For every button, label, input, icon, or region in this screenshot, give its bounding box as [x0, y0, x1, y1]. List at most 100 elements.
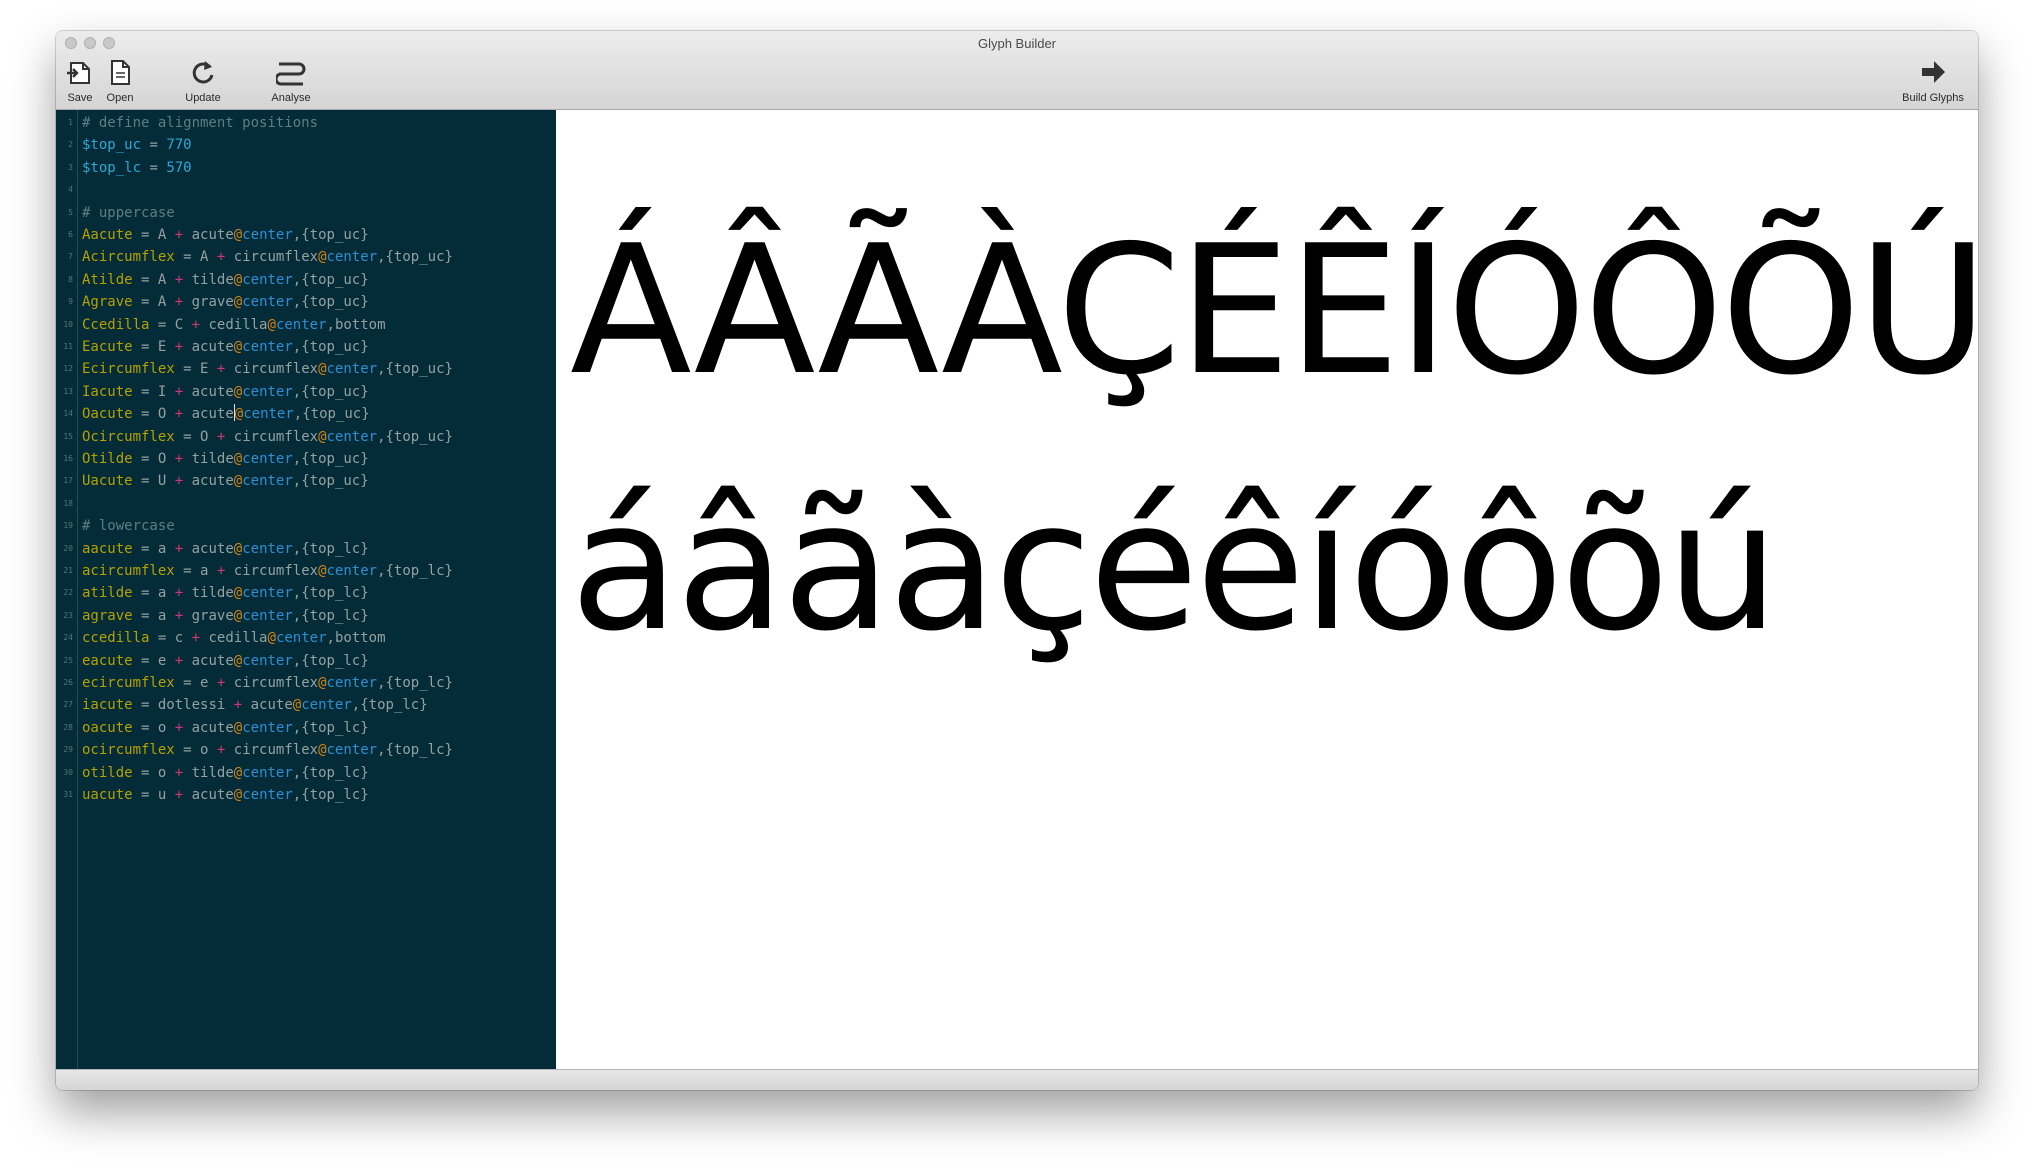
line-number: 23: [63, 610, 73, 620]
line-number: 9: [68, 297, 73, 307]
line-number: 19: [63, 521, 73, 531]
code-text: aacute = a + acute@center,{top_lc}: [82, 540, 369, 557]
refresh-icon: [192, 61, 214, 84]
line-number: 15: [63, 431, 73, 441]
code-text: Iacute = I + acute@center,{top_uc}: [82, 383, 369, 400]
code-text: $top_uc = 770: [82, 137, 192, 154]
code-editor[interactable]: 1 # define alignment positions 2 $top_uc = …: [56, 110, 556, 1070]
code-line[interactable]: 6 Aacute = A + acute@center,{top_uc}: [56, 224, 556, 246]
line-number: 26: [63, 678, 73, 687]
code-line[interactable]: 3 $top_lc = 570: [56, 157, 556, 179]
code-line[interactable]: 26 ecircumflex = e + circumflex@center,{t…: [56, 672, 556, 694]
code-text: Otilde = O + tilde@center,{top_uc}: [82, 451, 369, 467]
line-number: 14: [63, 409, 73, 419]
glyph-preview: ÁÂÃÀÇÉÊÍÓÔÕÚ áâãàçéêíóôõú: [556, 110, 1978, 1070]
code-line[interactable]: 19 # lowercase: [56, 515, 556, 537]
line-number: 31: [63, 790, 73, 799]
line-number: 17: [63, 476, 73, 486]
code-text: Oacute = O + acute@center,{top_uc}: [82, 404, 370, 423]
line-number: 20: [63, 543, 73, 553]
open-button[interactable]: Open: [90, 57, 150, 104]
code-text: ccedilla = c + cedilla@center,bottom: [82, 630, 386, 647]
code-line[interactable]: 15 Ocircumflex = O + circumflex@center,{t…: [56, 426, 556, 448]
line-number: 21: [63, 566, 73, 575]
code-line[interactable]: 2 $top_uc = 770: [56, 134, 556, 156]
open-label: Open: [106, 92, 134, 104]
analyse-button[interactable]: Analyse: [261, 57, 321, 104]
line-number: 4: [68, 185, 73, 195]
code-text: Ccedilla = C + cedilla@center,bottom: [82, 316, 386, 333]
build-glyphs-label: Build Glyphs: [1902, 92, 1964, 104]
code-text: Aacute = A + acute@center,{top_uc}: [82, 227, 369, 243]
status-bar: [56, 1069, 1978, 1090]
code-text: eacute = e + acute@center,{top_lc}: [82, 652, 369, 669]
code-text: # lowercase: [82, 518, 175, 535]
code-line[interactable]: 12 Ecircumflex = E + circumflex@center,{t…: [56, 358, 556, 380]
code-line[interactable]: 23 agrave = a + grave@center,{top_lc}: [56, 605, 556, 627]
code-text: otilde = o + tilde@center,{top_lc}: [82, 764, 369, 781]
code-line[interactable]: 27 iacute = dotlessi + acute@center,{top_…: [56, 694, 556, 716]
code-line[interactable]: 10 Ccedilla = C + cedilla@center,bottom: [56, 314, 556, 336]
code-line[interactable]: 7 Acircumflex = A + circumflex@center,{to…: [56, 246, 556, 268]
code-text: Uacute = U + acute@center,{top_uc}: [82, 473, 369, 490]
code-line[interactable]: 29 ocircumflex = o + circumflex@center,{t…: [56, 739, 556, 761]
code-line[interactable]: 4: [56, 179, 556, 201]
code-text: Agrave = A + grave@center,{top_uc}: [82, 294, 369, 311]
line-number: 28: [63, 722, 73, 732]
code-line[interactable]: 24 ccedilla = c + cedilla@center,bottom: [56, 627, 556, 649]
code-text: uacute = u + acute@center,{top_lc}: [82, 787, 369, 803]
code-line[interactable]: 31 uacute = u + acute@center,{top_lc}: [56, 784, 556, 806]
code-line[interactable]: 25 eacute = e + acute@center,{top_lc}: [56, 650, 556, 672]
line-number: 12: [63, 364, 73, 374]
line-number: 24: [63, 633, 73, 643]
code-text: Acircumflex = A + circumflex@center,{top…: [82, 249, 453, 266]
code-line[interactable]: 5 # uppercase: [56, 202, 556, 224]
update-button[interactable]: Update: [173, 57, 233, 104]
code-line[interactable]: 16 Otilde = O + tilde@center,{top_uc}: [56, 448, 556, 470]
code-line[interactable]: 9 Agrave = A + grave@center,{top_uc}: [56, 291, 556, 313]
code-text: $top_lc = 570: [82, 159, 192, 176]
line-number: 29: [63, 745, 73, 755]
line-number: 2: [68, 140, 73, 150]
code-line[interactable]: 11 Eacute = E + acute@center,{top_uc}: [56, 336, 556, 358]
window-title: Glyph Builder: [977, 36, 1057, 51]
arrow-right-icon: [1922, 61, 1945, 83]
toolbar: Glyph Builder Save Open Update Analyse B…: [56, 31, 1978, 110]
uppercase-glyph-row: ÁÂÃÀÇÉÊÍÓÔÕÚ: [570, 207, 1978, 414]
code-line[interactable]: 28 oacute = o + acute@center,{top_lc}: [56, 717, 556, 739]
line-number: 7: [68, 252, 73, 262]
line-number: 3: [68, 162, 73, 172]
code-line[interactable]: 1 # define alignment positions: [56, 112, 556, 134]
line-number: 5: [68, 207, 73, 217]
code-text: ecircumflex = e + circumflex@center,{top…: [82, 675, 453, 691]
code-line[interactable]: 18: [56, 493, 556, 515]
line-number: 6: [68, 230, 73, 239]
analyse-icon: [276, 62, 306, 86]
code-line[interactable]: 20 aacute = a + acute@center,{top_lc}: [56, 538, 556, 560]
build-glyphs-button[interactable]: Build Glyphs: [1893, 57, 1973, 104]
code-text: ocircumflex = o + circumflex@center,{top…: [82, 742, 453, 759]
code-text: atilde = a + tilde@center,{top_lc}: [82, 585, 369, 602]
code-line[interactable]: 22 atilde = a + tilde@center,{top_lc}: [56, 582, 556, 604]
line-number: 16: [63, 454, 73, 463]
code-line[interactable]: 17 Uacute = U + acute@center,{top_uc}: [56, 470, 556, 492]
code-line[interactable]: 13 Iacute = I + acute@center,{top_uc}: [56, 381, 556, 403]
code-line[interactable]: 14 Oacute = O + acute@center,{top_uc}: [56, 403, 556, 425]
line-number: 30: [63, 767, 73, 777]
line-number: 10: [63, 319, 73, 329]
lowercase-glyph-row: áâãàçéêíóôõú: [570, 463, 1779, 670]
code-text: oacute = o + acute@center,{top_lc}: [82, 719, 369, 736]
code-text: iacute = dotlessi + acute@center,{top_lc…: [82, 697, 428, 714]
code-line[interactable]: 21 acircumflex = a + circumflex@center,{t…: [56, 560, 556, 582]
document-icon: [111, 60, 130, 85]
code-text: agrave = a + grave@center,{top_lc}: [82, 607, 369, 624]
line-number: 8: [68, 274, 73, 284]
line-number: 18: [63, 498, 73, 508]
update-label: Update: [185, 92, 221, 104]
code-text: Eacute = E + acute@center,{top_uc}: [82, 339, 369, 355]
line-number: 11: [63, 342, 73, 351]
code-text: Ocircumflex = O + circumflex@center,{top…: [82, 428, 453, 445]
line-number: 13: [63, 386, 73, 396]
code-line[interactable]: 30 otilde = o + tilde@center,{top_lc}: [56, 762, 556, 784]
code-line[interactable]: 8 Atilde = A + tilde@center,{top_uc}: [56, 269, 556, 291]
